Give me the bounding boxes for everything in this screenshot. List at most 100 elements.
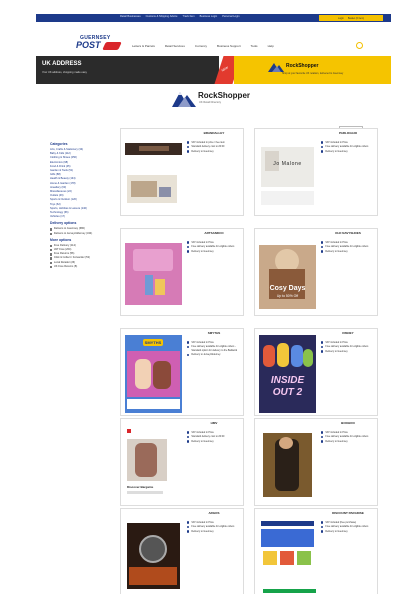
retailer-screenshot bbox=[259, 425, 316, 503]
uk-address-banner[interactable]: UK ADDRESS Your UK address, shopping mad… bbox=[36, 56, 219, 84]
utility-link[interactable]: Customs & Shipping Advice bbox=[146, 15, 178, 18]
bullet-icon bbox=[187, 353, 190, 356]
feature-item: Standard delivery cost to 20:00 bbox=[187, 145, 243, 148]
feature-item: VAT included in Price bbox=[321, 341, 377, 344]
promo-title: Jo Malone bbox=[273, 161, 302, 167]
retailer-card[interactable]: BOOHOO VAT included in Price Free delive… bbox=[254, 418, 378, 506]
checkbox[interactable] bbox=[50, 253, 53, 256]
retailer-screenshot: Cosy Days Up to 50% Off bbox=[259, 235, 316, 313]
bullet-icon bbox=[321, 250, 324, 253]
feature-item: Free delivery available for eligible ord… bbox=[321, 345, 377, 348]
feature-item: Delivery to Guernsey bbox=[321, 350, 377, 353]
retailer-card[interactable]: INSIDE OUT 2 DISNEY VAT included in Pric… bbox=[254, 328, 378, 416]
feature-text: Delivery to Guernsey bbox=[325, 249, 348, 253]
utility-link[interactable]: Personal Login bbox=[222, 15, 239, 18]
retailer-features: VAT included in Price Free delivery avai… bbox=[321, 241, 377, 254]
feature-text: Delivery to Guernsey bbox=[191, 249, 214, 253]
feature-text: Delivery to Guernsey bbox=[325, 439, 348, 443]
checkbox[interactable] bbox=[50, 261, 53, 264]
bullet-icon bbox=[187, 435, 190, 439]
promo-title: INSIDE bbox=[270, 375, 305, 386]
feature-item: Free delivery available for eligible ord… bbox=[321, 245, 377, 248]
rockshopper-banner-title: RockShopper bbox=[286, 63, 319, 69]
checkbox[interactable] bbox=[50, 232, 53, 235]
nav-item[interactable]: Currency bbox=[195, 44, 207, 48]
retailer-card[interactable]: Jo Malone PARLOGGIO VAT included in Pric… bbox=[254, 128, 378, 216]
utility-link[interactable]: Retail Businesses bbox=[120, 15, 141, 18]
retailer-card[interactable]: Discover Bargains HMV VAT included in Pr… bbox=[120, 418, 244, 506]
nav-item[interactable]: Letters & Parcels bbox=[132, 44, 155, 48]
retailer-card[interactable]: ARTSANDCO VAT included in Price Free del… bbox=[120, 228, 244, 316]
feature-item: VAT included in Price bbox=[187, 431, 243, 434]
feature-item: VAT included in Price bbox=[187, 521, 243, 524]
checkbox[interactable] bbox=[50, 248, 53, 252]
feature-text: Delivery to Guernsey bbox=[325, 529, 348, 533]
promo-subtitle: Up to 50% Off bbox=[276, 294, 299, 298]
uk-address-subtitle: Your UK address, shopping made easy bbox=[42, 71, 87, 74]
feature-text: VAT included in price / free item bbox=[191, 141, 225, 144]
delivery-filter[interactable]: Delivers to Jersey/Alderney (344) bbox=[50, 232, 110, 236]
nav-item[interactable]: Retail Services bbox=[165, 44, 185, 48]
bullet-icon bbox=[321, 435, 324, 439]
feature-item: Free delivery available for eligible ord… bbox=[187, 245, 243, 248]
feature-text: Free delivery available for eligible ord… bbox=[325, 145, 369, 149]
filters-sidebar: Categories Arts, Crafts & Stationery (34… bbox=[50, 140, 110, 269]
retailer-card[interactable]: BRANDALLEY VAT included in price / free … bbox=[120, 128, 244, 216]
option-filter[interactable]: UK Free Returns (8) bbox=[50, 265, 110, 269]
category-link[interactable]: Vehicles (17) bbox=[50, 215, 110, 219]
rockshopper-banner[interactable]: RockShopper Shop at your favourite UK re… bbox=[234, 56, 391, 84]
feature-text: VAT included in Price bbox=[325, 141, 348, 144]
bullet-icon bbox=[321, 440, 324, 443]
nav-item[interactable]: Help bbox=[268, 44, 274, 48]
feature-item: VAT included in Price bbox=[321, 431, 377, 434]
bullet-icon bbox=[187, 250, 190, 253]
bullet-icon bbox=[321, 245, 324, 249]
promo-banner[interactable]: UK ADDRESS Your UK address, shopping mad… bbox=[36, 56, 391, 84]
feature-text: Delivery to Guernsey bbox=[325, 349, 348, 353]
bullet-icon bbox=[187, 341, 190, 344]
retailer-name: BOOHOO bbox=[341, 421, 355, 425]
site-header: GUERNSEY POST Letters & Parcels Retail S… bbox=[36, 22, 391, 56]
login-link[interactable]: Login bbox=[338, 17, 344, 20]
delivery-filter-label: Delivers to Jersey/Alderney (344) bbox=[53, 231, 93, 235]
nav-item[interactable]: Business Support bbox=[217, 44, 241, 48]
feature-item: VAT included in Price bbox=[321, 241, 377, 244]
nav-item[interactable]: Tools bbox=[251, 44, 258, 48]
retailer-features: VAT included in Price Free delivery avai… bbox=[321, 341, 377, 354]
bullet-icon bbox=[187, 150, 190, 153]
feature-item: Delivery to Guernsey bbox=[321, 440, 377, 443]
retailer-features: VAT included in Price Free delivery avai… bbox=[187, 241, 243, 254]
bullet-icon bbox=[187, 145, 190, 149]
retailer-card[interactable]: SMYTHS SMYTHS VAT included in Price Free… bbox=[120, 328, 244, 416]
rockshopper-banner-subtitle: Shop at your favourite UK retailers, del… bbox=[282, 72, 344, 75]
checkbox[interactable] bbox=[50, 265, 53, 269]
search-icon[interactable] bbox=[356, 42, 363, 49]
retailer-screenshot: Jo Malone bbox=[259, 135, 316, 213]
new-badge-text: NEW bbox=[220, 65, 229, 73]
bullet-icon bbox=[321, 525, 324, 529]
bullet-icon bbox=[187, 521, 190, 524]
feature-text: VAT included in Price bbox=[325, 431, 348, 434]
bullet-icon bbox=[321, 141, 324, 144]
account-cart[interactable]: Login Basket (0 Item) bbox=[319, 15, 383, 21]
feature-item: Delivery to Jersey/Alderney bbox=[187, 353, 243, 356]
checkbox[interactable] bbox=[50, 228, 53, 231]
retailer-card[interactable]: ARGOS VAT included in Price Free deliver… bbox=[120, 508, 244, 594]
promo-caption: Discover Bargains bbox=[127, 485, 154, 489]
retailer-card[interactable]: Cosy Days Up to 50% Off OLD NAVYSHOES VA… bbox=[254, 228, 378, 316]
retailer-card[interactable]: DISCOUNT PARADISE VAT included (free pur… bbox=[254, 508, 378, 594]
cart-link[interactable]: Basket (0 Item) bbox=[348, 17, 364, 20]
bullet-icon bbox=[187, 440, 190, 443]
feature-item: Free delivery available for eligible ord… bbox=[321, 145, 377, 148]
utility-link[interactable]: Business Login bbox=[200, 15, 218, 18]
feature-text: Free delivery available for eligible ord… bbox=[325, 435, 369, 439]
feature-item: Standard delivery cost to 20:00 bbox=[187, 435, 243, 438]
checkbox[interactable] bbox=[50, 244, 53, 248]
checkbox[interactable] bbox=[50, 257, 53, 260]
feature-text: VAT included in Price bbox=[191, 341, 214, 344]
bullet-icon bbox=[187, 141, 190, 144]
utility-link[interactable]: Track Item bbox=[183, 15, 195, 18]
guernsey-post-logo[interactable]: GUERNSEY POST bbox=[74, 35, 122, 56]
feature-item: Free delivery available for eligible ord… bbox=[187, 345, 243, 352]
bullet-icon bbox=[321, 431, 324, 434]
